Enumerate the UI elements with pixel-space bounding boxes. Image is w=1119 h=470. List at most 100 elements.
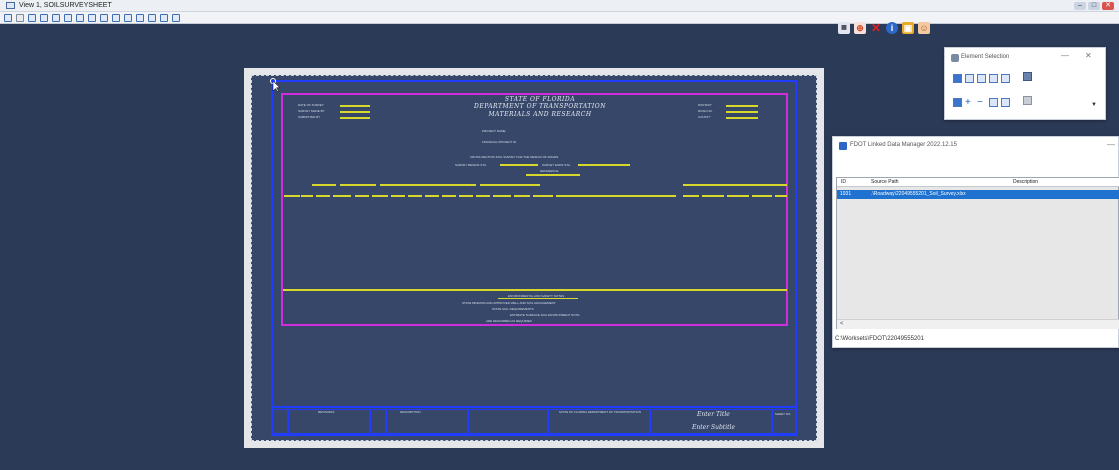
rotate-view-icon[interactable] [76,14,84,22]
individual-mode-icon[interactable] [953,74,962,83]
element-selection-close[interactable]: ✕ [1085,51,1092,60]
label-survey-made-by: SURVEY MADE BY [298,109,325,113]
table-column-header-line [425,195,439,197]
select-all-icon[interactable] [1023,96,1032,105]
grid-icon[interactable]: ▦ [838,22,850,34]
table-bottom-line [283,289,787,291]
table-column-header-line [333,195,351,197]
label-date-of-survey: DATE OF SURVEY [298,103,324,107]
tb-cell [272,409,288,434]
tb-cell-engineer [468,409,548,434]
survey-begins-line [500,164,538,166]
footer-line-2: STATE SOIL REQUIREMENTS [492,307,534,311]
fdot-title: FDOT Linked Data Manager 2022.12.15 [850,142,957,148]
table-column-header-line [727,195,749,197]
maximize-button[interactable]: □ [1088,2,1100,10]
group-line [340,184,376,186]
table-column-header-line [683,195,699,197]
clear-mode-icon[interactable] [1001,98,1010,107]
delete-icon[interactable]: ✕ [870,22,882,34]
scroll-left-button[interactable]: < [840,321,844,327]
horizontal-scrollbar[interactable]: < [837,319,1119,329]
label-project-name: PROJECT NAME [482,129,506,133]
chevron-down-icon[interactable]: ▼ [1091,102,1097,108]
table-column-header-line [556,195,676,197]
link-icon[interactable]: ⊕ [854,22,866,34]
tb-department: STATE OF FLORIDA DEPARTMENT OF TRANSPORT… [558,410,641,414]
table-column-header-line [476,195,490,197]
footer-line-4: ARE DESCRIBED AS REQUIRED [486,319,532,323]
label-survey-begins: SURVEY BEGINS STA. [455,163,487,167]
display-style-icon[interactable] [160,14,168,22]
group-line [480,184,540,186]
fdot-header: FDOT Linked Data Manager 2022.12.15 — [833,137,1119,155]
table-column-header-line [372,195,388,197]
sheet-state: STATE OF FLORIDA [504,96,576,103]
footer-heading-line [498,298,578,299]
group-line [683,184,787,186]
deselect-all-icon[interactable] [1023,72,1032,81]
mouse-cursor-icon [270,78,280,92]
shape-mode-icon[interactable] [977,74,986,83]
window-title-bar: View 1, SOILSURVEYSHEET – □ ✕ [0,0,1119,12]
view-toggles-icon[interactable] [172,14,180,22]
column-header-source-path[interactable]: Source Path [871,179,899,185]
table-row[interactable]: 1931 .\Roadway\22049555201_Soil_Survey.x… [837,190,1119,199]
table-column-header-line [514,195,530,197]
window-title: View 1, SOILSURVEYSHEET [19,2,112,9]
pan-view-icon[interactable] [88,14,96,22]
element-selection-minimize[interactable]: — [1061,51,1069,60]
block-mode-icon[interactable] [965,74,974,83]
label-county: COUNTY [698,115,711,119]
table-column-header-line [442,195,456,197]
survey-table-frame [281,93,788,326]
close-button[interactable]: ✕ [1102,2,1114,10]
label-survey-ends: SURVEY ENDS STA. [542,163,571,167]
window-area-icon[interactable] [52,14,60,22]
tb-sheet-title: Enter Title [697,411,730,418]
fit-view-icon[interactable] [64,14,72,22]
column-header-description[interactable]: Description [1013,179,1038,185]
view-previous-icon[interactable] [100,14,108,22]
new-mode-icon[interactable] [953,98,962,107]
table-column-header-line [301,195,313,197]
group-line [380,184,476,186]
table-column-header-line [408,195,422,197]
subtract-mode-icon[interactable]: − [977,98,986,108]
row-source-path: .\Roadway\22049555201_Soil_Survey.xlsx [871,191,966,197]
info-icon[interactable]: i [886,22,898,34]
column-header-id[interactable]: ID [841,179,846,185]
view-next-icon[interactable] [112,14,120,22]
polygon-mode-icon[interactable] [989,74,998,83]
label-road-no: ROAD NO. [698,109,713,113]
tb-cell-description [386,409,468,434]
user-icon[interactable]: ☺ [918,22,930,34]
zoom-in-icon[interactable] [28,14,36,22]
minimize-button[interactable]: – [1074,2,1086,10]
row-id: 1931 [840,191,852,197]
line-mode-icon[interactable] [1001,74,1010,83]
view-attributes-icon[interactable] [4,14,12,22]
clip-volume-icon[interactable] [148,14,156,22]
fdot-minimize[interactable]: — [1107,140,1115,149]
add-mode-icon[interactable]: + [965,98,974,108]
camera-icon[interactable] [136,14,144,22]
label-reference: REFERENCE [540,169,559,173]
export-icon[interactable]: ▣ [902,22,914,34]
right-field-line [726,111,758,113]
left-field-line [340,111,370,113]
linked-data-table: ID Source Path Description 1931 .\Roadwa… [836,177,1119,329]
element-selection-dialog: Element Selection — ✕ + − ▼ [944,47,1106,120]
tb-cell [370,409,386,434]
tb-description-label: DESCRIPTION [400,410,421,414]
update-view-icon[interactable] [16,14,24,22]
table-column-header-line [533,195,553,197]
zoom-out-icon[interactable] [40,14,48,22]
element-selection-icon [951,54,959,62]
invert-mode-icon[interactable] [989,98,998,107]
table-header: ID Source Path Description [837,178,1119,187]
table-column-header-line [284,195,300,197]
copy-view-icon[interactable] [124,14,132,22]
footer-line-1: STATE MINIMUM AND APPROVED WELL AND SOIL… [462,301,556,305]
left-field-line [340,117,370,119]
